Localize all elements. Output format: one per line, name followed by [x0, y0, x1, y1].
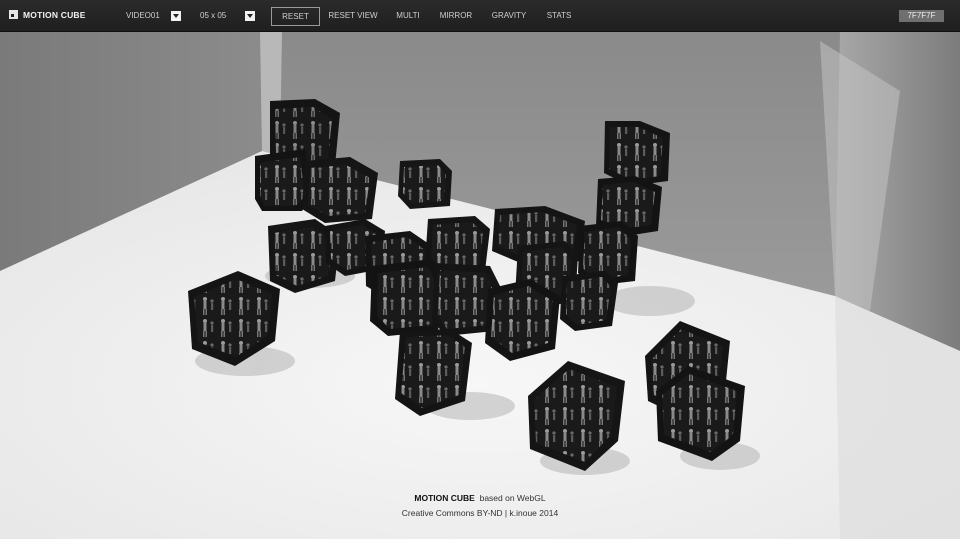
footer-based-on: based on WebGL — [479, 493, 546, 503]
footer-name: MOTION CUBE — [414, 493, 475, 503]
cube[interactable] — [604, 121, 670, 186]
footer-license: Creative Commons BY-ND | k.inoue 2014 — [401, 508, 559, 518]
mirror-button[interactable]: MIRROR — [437, 7, 475, 25]
video-select[interactable]: VIDEO01 — [126, 10, 182, 22]
cube[interactable] — [485, 279, 560, 361]
chevron-down-icon[interactable] — [245, 11, 255, 21]
video-select-value: VIDEO01 — [126, 11, 160, 20]
webgl-canvas[interactable] — [0, 31, 960, 539]
reset-view-button[interactable]: RESET VIEW — [326, 7, 380, 25]
multi-button[interactable]: MULTI — [392, 7, 424, 25]
app-logo-icon — [9, 10, 18, 19]
gravity-button[interactable]: GRAVITY — [488, 7, 530, 25]
background-color-field[interactable]: 7F7F7F — [899, 10, 944, 22]
stats-button[interactable]: STATS — [542, 7, 576, 25]
top-toolbar: MOTION CUBE VIDEO01 05 x 05 RESET RESET … — [0, 0, 960, 32]
app-title: MOTION CUBE — [23, 10, 86, 20]
reset-button[interactable]: RESET — [271, 7, 320, 26]
footer-title-line: MOTION CUBE based on WebGL — [0, 493, 960, 503]
grid-size-select-value: 05 x 05 — [200, 11, 227, 20]
cube[interactable] — [398, 159, 452, 209]
chevron-down-icon[interactable] — [171, 11, 181, 21]
cube[interactable] — [302, 157, 378, 223]
cube[interactable] — [560, 271, 618, 331]
grid-size-select[interactable]: 05 x 05 — [200, 10, 256, 22]
